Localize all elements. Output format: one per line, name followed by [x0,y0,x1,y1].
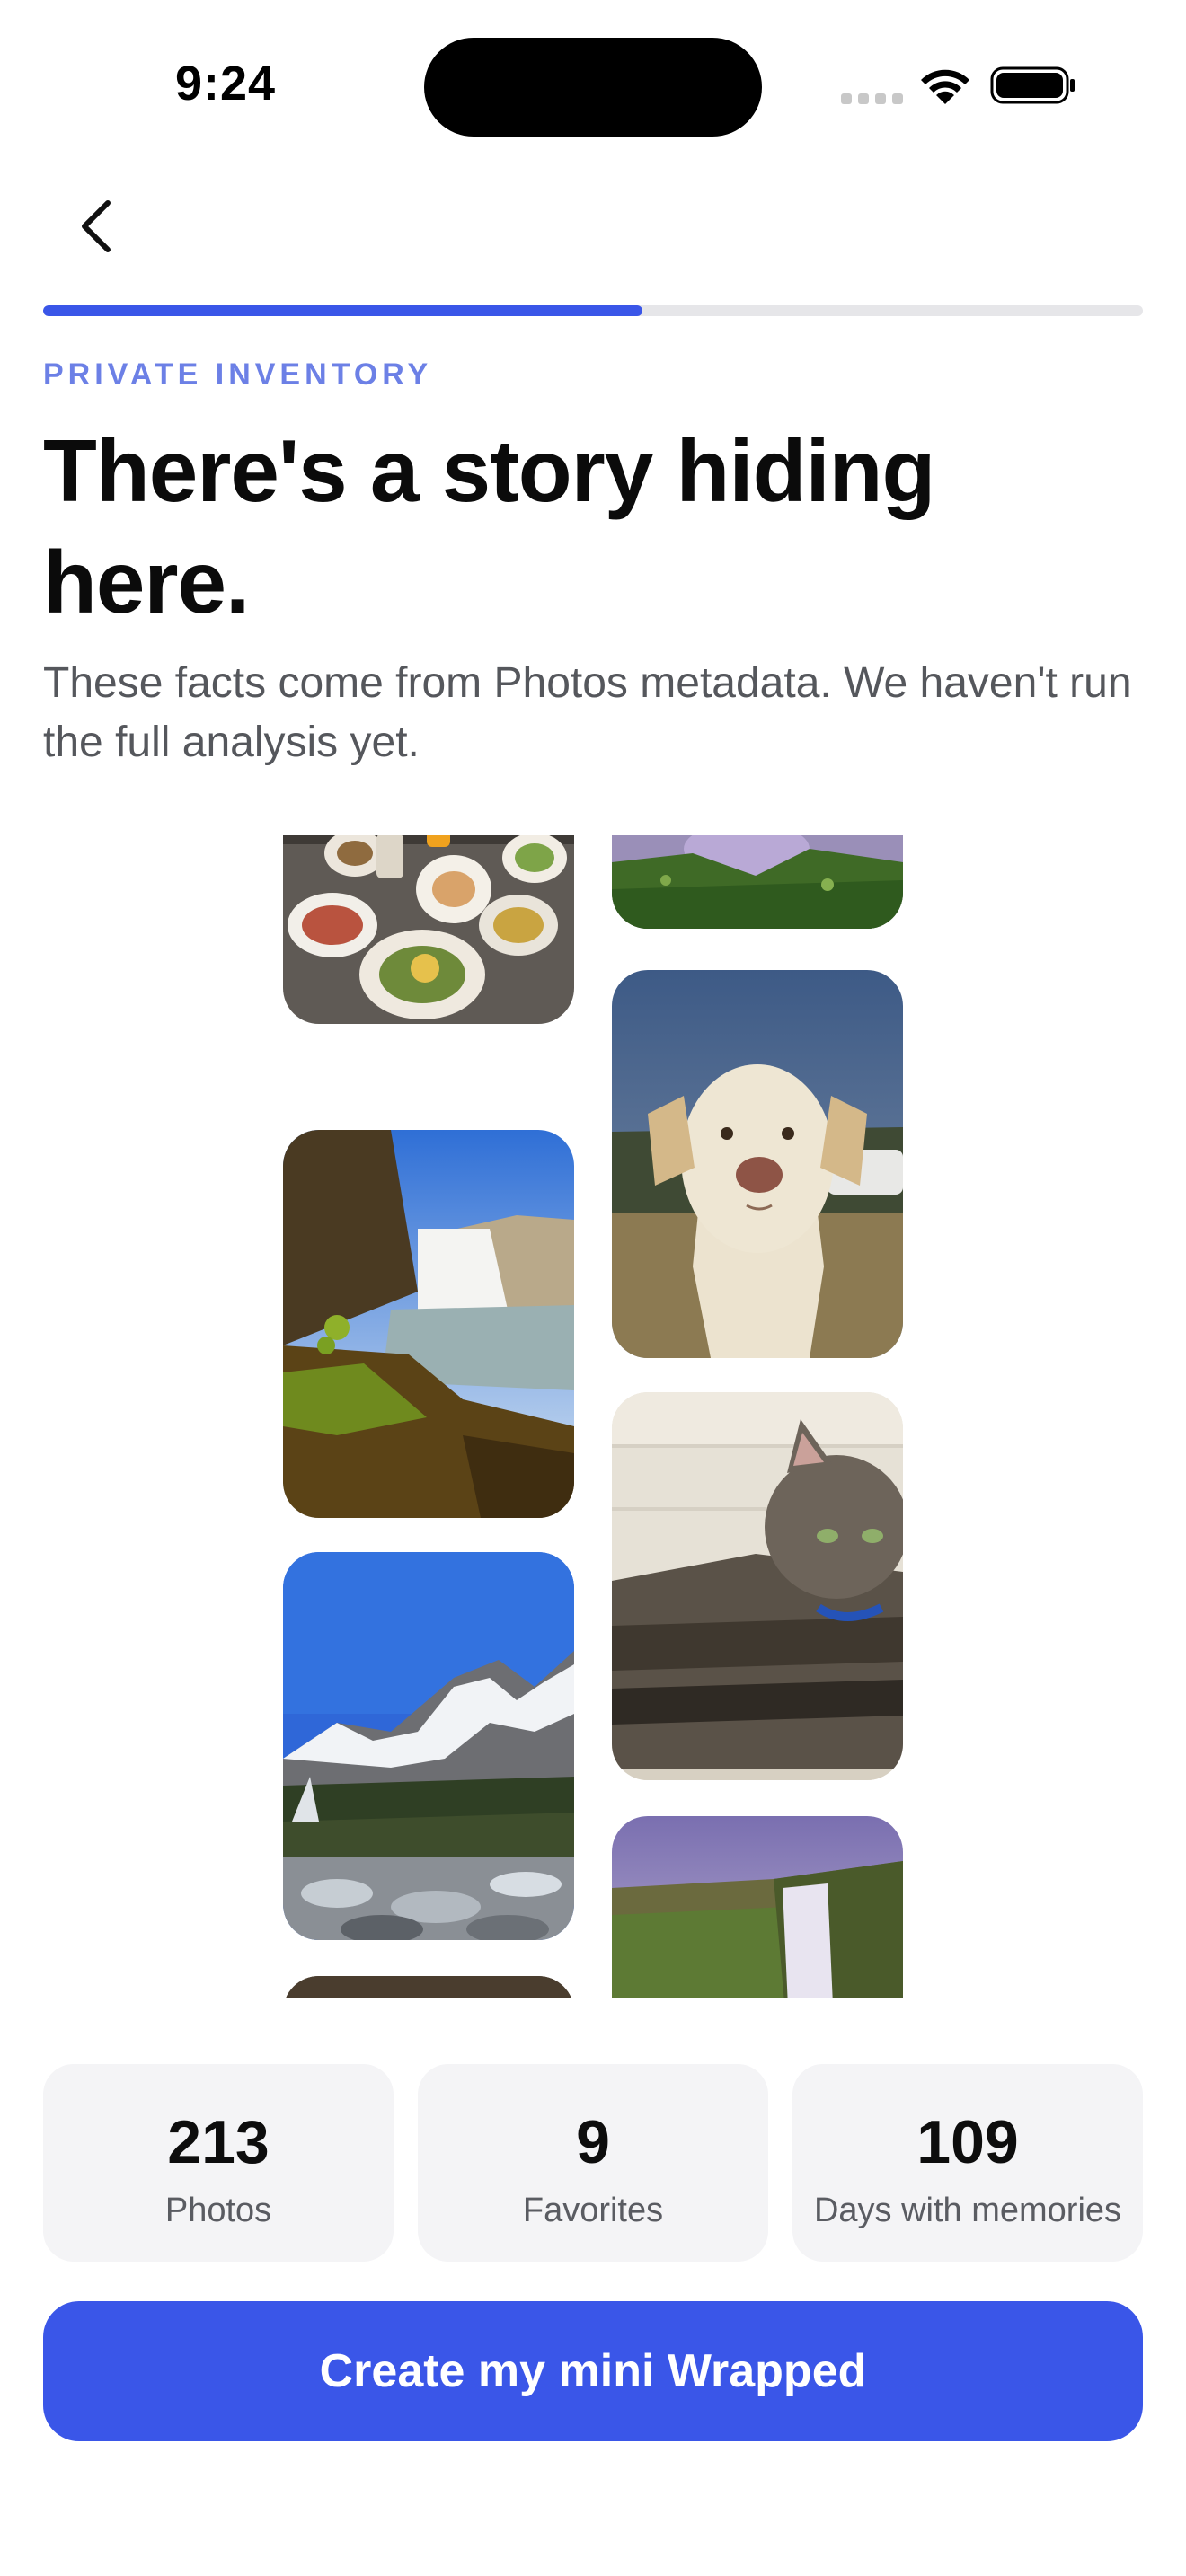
stat-value: 9 [576,2108,610,2176]
page-title: There's a story hiding here. [43,421,935,631]
stat-card-days: 109 Days with memories [792,2064,1143,2262]
stat-card-photos: 213 Photos [43,2064,394,2262]
wifi-icon [916,63,974,108]
photo-collage [0,835,1186,1998]
cellular-signal-icon [841,93,904,104]
falls-photo [612,1816,903,1998]
stat-label: Favorites [522,2192,664,2229]
stat-label: Days with memories [813,2192,1122,2229]
partial-photo [283,1976,574,1998]
waterfall-photo [283,1130,574,1518]
stat-card-favorites: 9 Favorites [418,2064,768,2262]
eyebrow-label: PRIVATE INVENTORY [43,357,433,392]
battery-icon [990,66,1076,104]
progress-bar [43,305,1143,316]
status-time: 9:24 [175,57,277,110]
create-mini-wrapped-button[interactable]: Create my mini Wrapped [43,2301,1143,2441]
cat-photo [612,1392,903,1780]
mountain-photo [283,1552,574,1940]
dog-photo [612,970,903,1358]
chevron-left-icon [82,200,111,252]
meadow-photo [612,835,903,929]
page-subtitle: These facts come from Photos metadata. W… [43,659,1132,766]
stat-label: Photos [164,2192,272,2229]
dynamic-island [424,38,762,137]
progress-fill [43,305,643,316]
stat-value: 109 [916,2108,1019,2176]
back-button[interactable] [68,194,126,259]
food-photo [283,835,574,1024]
stat-value: 213 [167,2108,270,2176]
